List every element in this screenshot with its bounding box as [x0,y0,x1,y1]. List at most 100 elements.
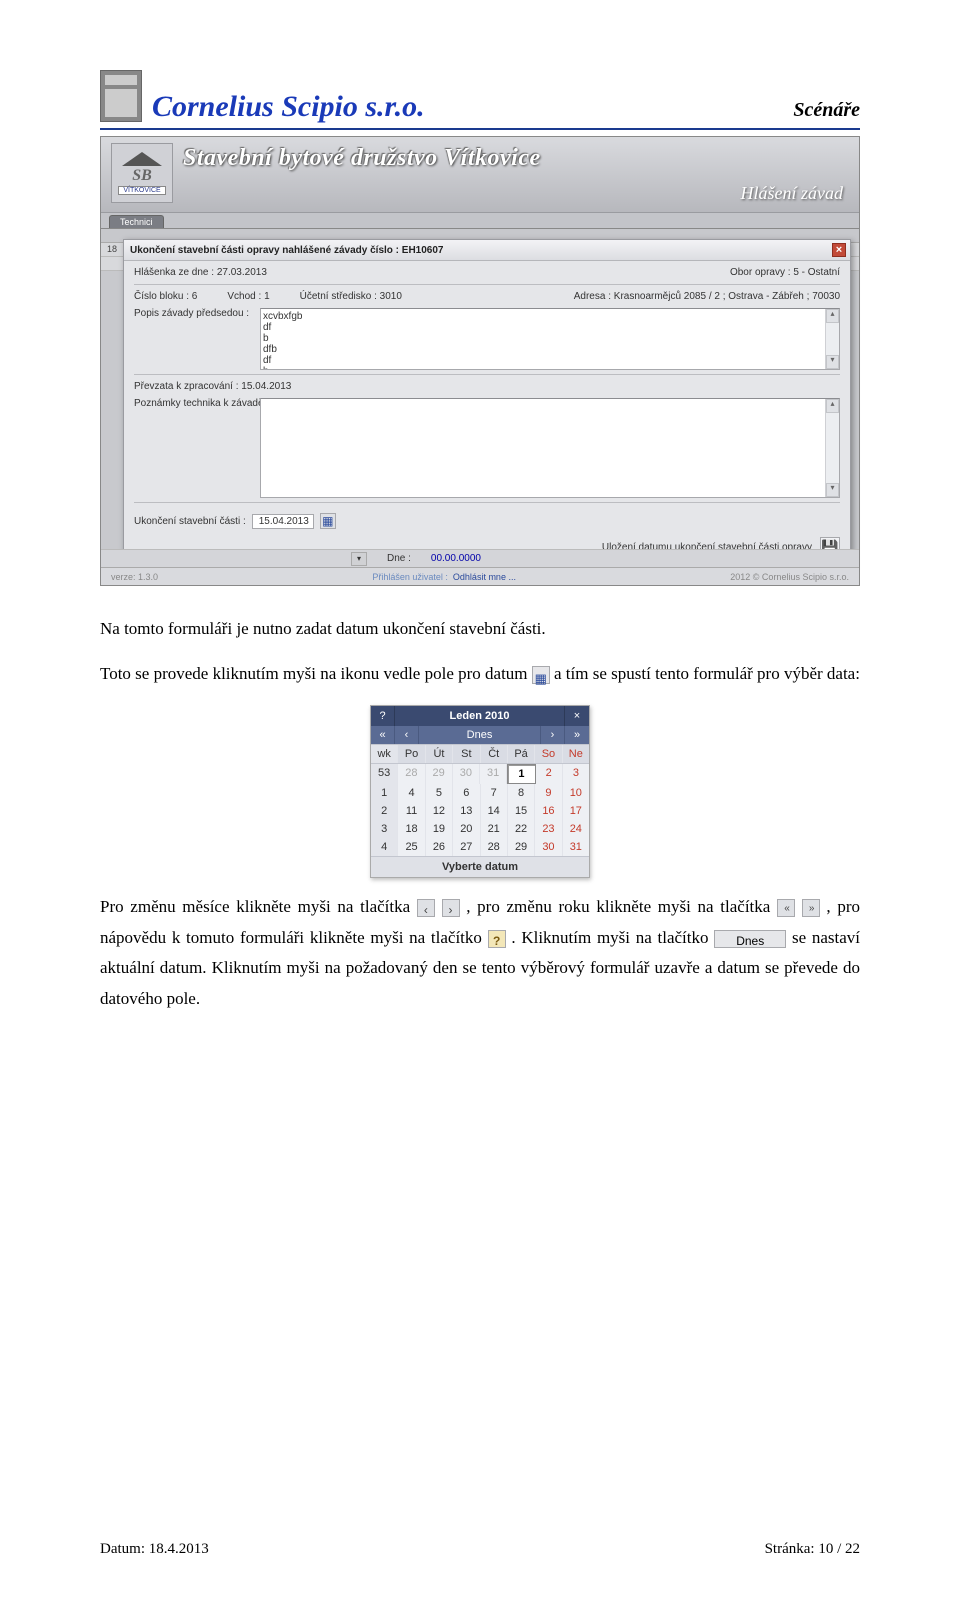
dp-title: Leden 2010 [395,706,565,726]
month-next-icon: › [442,899,460,917]
dp-year-prev[interactable]: « [371,726,395,744]
dp-day[interactable]: 22 [508,820,535,838]
dp-footer: Vyberte datum [371,856,589,877]
prevzata-date: Převzata k zpracování : 15.04.2013 [134,381,291,392]
month-prev-icon: ‹ [417,899,435,917]
dp-day[interactable]: 30 [535,838,562,856]
dp-day[interactable]: 18 [398,820,425,838]
tab-technici[interactable]: Technici [109,215,164,228]
scroll-down-icon[interactable]: ▾ [826,355,839,369]
dp-day[interactable]: 29 [426,764,453,784]
dp-today-button[interactable]: Dnes [419,726,541,744]
dp-day[interactable]: 3 [563,764,589,784]
dp-month-next[interactable]: › [541,726,565,744]
dp-day[interactable]: 5 [426,784,453,802]
back-dne-row: ▾ Dne : 00.00.0000 [101,549,859,567]
company-logo-icon [100,70,142,122]
dp-day[interactable]: 11 [398,802,425,820]
calendar-icon: ▦ [532,666,550,684]
app-user-label: Přihlášen uživatel : [372,572,448,582]
dp-wk: 53 [371,764,398,784]
app-logo: SB VÍTKOVICE [111,143,173,203]
datepicker: ? Leden 2010 × « ‹ Dnes › » wk Po Út St … [370,705,590,878]
roof-icon [122,152,162,166]
dialog-window: Ukončení stavební části opravy nahlášené… [123,239,851,570]
ukonceni-label: Ukončení stavební části : [134,516,246,527]
dp-day[interactable]: 16 [535,802,562,820]
today-button-sample: Dnes [714,930,786,948]
para-1: Na tomto formuláři je nutno zadat datum … [100,614,860,645]
dp-day[interactable]: 30 [453,764,480,784]
dp-day[interactable]: 25 [398,838,425,856]
dp-day[interactable]: 28 [398,764,425,784]
year-prev-icon: « [777,899,795,917]
dp-day[interactable]: 23 [535,820,562,838]
dp-day[interactable]: 29 [508,838,535,856]
dp-day[interactable]: 6 [453,784,480,802]
company-name: Cornelius Scipio s.r.o. [152,92,425,122]
dp-day[interactable]: 19 [426,820,453,838]
cislo-bloku: Číslo bloku : 6 [134,291,197,302]
dp-day[interactable]: 4 [398,784,425,802]
dp-day[interactable]: 28 [481,838,508,856]
dp-day[interactable]: 17 [563,802,589,820]
dp-close-button[interactable]: × [565,706,589,726]
scroll-up-icon[interactable]: ▴ [826,399,839,413]
app-copyright: 2012 © Cornelius Scipio s.r.o. [730,572,849,582]
dp-row: 5328293031123 [371,764,589,784]
dp-day[interactable]: 13 [453,802,480,820]
popis-textarea[interactable]: xcvbxfgb df b dfb df b dfb df ▴▾ [260,308,840,370]
app-screenshot: SB VÍTKOVICE Stavební bytové družstvo Ví… [100,136,860,586]
dp-wk: 2 [371,802,398,820]
footer-page: Stránka: 10 / 22 [765,1541,860,1558]
dp-day[interactable]: 9 [535,784,562,802]
help-icon: ? [488,930,506,948]
para-3: Pro změnu měsíce klikněte myši na tlačít… [100,892,860,1014]
dp-wk: 3 [371,820,398,838]
dp-wk: 4 [371,838,398,856]
hlasenka-date: Hlášenka ze dne : 27.03.2013 [134,267,267,278]
dne-label: Dne : [387,553,411,564]
dp-month-prev[interactable]: ‹ [395,726,419,744]
dp-help-button[interactable]: ? [371,706,395,726]
dp-day[interactable]: 10 [563,784,589,802]
app-banner: SB VÍTKOVICE Stavební bytové družstvo Ví… [101,137,859,213]
dp-day[interactable]: 24 [563,820,589,838]
para-2: Toto se provede kliknutím myši na ikonu … [100,659,860,690]
page-footer: Datum: 18.4.2013 Stránka: 10 / 22 [100,1541,860,1558]
scroll-down-icon[interactable]: ▾ [351,552,367,566]
dp-day[interactable]: 2 [536,764,563,784]
dp-day[interactable]: 31 [480,764,507,784]
calendar-icon[interactable]: ▦ [320,513,336,529]
dp-day[interactable]: 27 [453,838,480,856]
footer-date: Datum: 18.4.2013 [100,1541,209,1558]
dp-day[interactable]: 26 [426,838,453,856]
poznamky-textarea[interactable]: ▴▾ [260,398,840,498]
dp-row: 145678910 [371,784,589,802]
obor-opravy: Obor opravy : 5 - Ostatní [730,267,840,278]
scroll-up-icon[interactable]: ▴ [826,309,839,323]
app-title: Stavební bytové družstvo Vítkovice [183,145,541,172]
close-icon[interactable]: × [832,243,846,257]
dp-day-header: wk Po Út St Čt Pá So Ne [371,744,589,764]
ukonceni-date-input[interactable]: 15.04.2013 [252,514,314,529]
dp-day[interactable]: 31 [563,838,589,856]
app-subtitle: Hlášení závad [741,183,844,204]
dp-day[interactable]: 20 [453,820,480,838]
back-cell: 18 [107,244,117,254]
dp-day[interactable]: 1 [507,764,535,784]
dp-day[interactable]: 15 [508,802,535,820]
scroll-down-icon[interactable]: ▾ [826,483,839,497]
dp-day[interactable]: 21 [481,820,508,838]
dp-year-next[interactable]: » [565,726,589,744]
dp-wk: 1 [371,784,398,802]
dp-day[interactable]: 8 [508,784,535,802]
dialog-title: Ukončení stavební části opravy nahlášené… [130,245,443,256]
logo-caption: VÍTKOVICE [118,186,165,195]
popis-label: Popis závady předsedou : [134,308,254,370]
dp-day[interactable]: 14 [481,802,508,820]
logout-link[interactable]: Odhlásit mne ... [453,572,516,582]
dp-day[interactable]: 7 [481,784,508,802]
dp-day[interactable]: 12 [426,802,453,820]
dne-value: 00.00.0000 [431,553,481,564]
